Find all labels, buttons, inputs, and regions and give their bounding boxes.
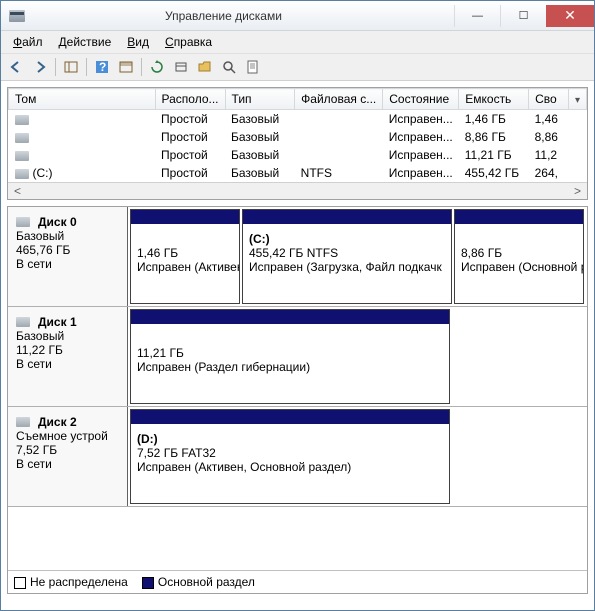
partition-cap — [243, 210, 451, 224]
disk-name: Диск 0 — [38, 215, 77, 229]
disk-status: В сети — [16, 257, 119, 271]
menu-action[interactable]: Действие — [51, 33, 120, 51]
disk-type: Базовый — [16, 329, 119, 343]
column-header[interactable]: Располо... — [155, 89, 225, 110]
disk-layout-pane: Диск 0 Базовый 465,76 ГБ В сети 1,46 ГБ … — [7, 206, 588, 594]
disk-name: Диск 1 — [38, 315, 77, 329]
disk-status: В сети — [16, 357, 119, 371]
partition-cap — [131, 310, 449, 324]
svg-text:?: ? — [99, 60, 106, 74]
disk-header[interactable]: Диск 0 Базовый 465,76 ГБ В сети — [8, 207, 128, 306]
back-button[interactable] — [5, 56, 27, 78]
menu-help[interactable]: Справка — [157, 33, 220, 51]
partition[interactable]: 8,86 ГБ Исправен (Основной ра — [454, 209, 584, 304]
h-scrollbar[interactable]: < > — [8, 182, 587, 199]
legend: Не распределена Основной раздел — [8, 570, 587, 593]
close-button[interactable]: ✕ — [546, 5, 594, 27]
maximize-button[interactable]: ☐ — [500, 5, 546, 27]
disk-row: Диск 0 Базовый 465,76 ГБ В сети 1,46 ГБ … — [8, 207, 587, 307]
disk-type: Съемное устрой — [16, 429, 119, 443]
partition-status: Исправен (Раздел гибернации) — [137, 360, 443, 374]
view-top-button[interactable] — [115, 56, 137, 78]
disk-header[interactable]: Диск 2 Съемное устрой 7,52 ГБ В сети — [8, 407, 128, 506]
column-header[interactable]: Сво — [529, 89, 569, 110]
scroll-left-icon[interactable]: < — [10, 184, 25, 198]
forward-button[interactable] — [29, 56, 51, 78]
column-header[interactable]: Тип — [225, 89, 295, 110]
disk-header[interactable]: Диск 1 Базовый 11,22 ГБ В сети — [8, 307, 128, 406]
partition[interactable]: 1,46 ГБ Исправен (Активен — [130, 209, 240, 304]
partition-size: 11,21 ГБ — [137, 346, 443, 360]
column-header[interactable]: Емкость — [459, 89, 529, 110]
legend-primary: Основной раздел — [142, 575, 255, 589]
scroll-right-icon[interactable]: > — [570, 184, 585, 198]
menu-file[interactable]: Файл — [5, 33, 51, 51]
refresh-button[interactable] — [146, 56, 168, 78]
partition-cap — [455, 210, 583, 224]
disk-row: Диск 2 Съемное устрой 7,52 ГБ В сети (D:… — [8, 407, 587, 507]
partition-cap — [131, 210, 239, 224]
toolbar-sep — [141, 58, 142, 76]
disk-row: Диск 1 Базовый 11,22 ГБ В сети 11,21 ГБ … — [8, 307, 587, 407]
disk-type: Базовый — [16, 229, 119, 243]
disk-icon — [16, 317, 30, 327]
column-header[interactable]: Состояние — [383, 89, 459, 110]
titlebar: Управление дисками — ☐ ✕ — [1, 1, 594, 31]
partition[interactable]: 11,21 ГБ Исправен (Раздел гибернации) — [130, 309, 450, 404]
disk-icon — [16, 217, 30, 227]
window-controls: — ☐ ✕ — [454, 5, 594, 27]
toolbar-sep — [86, 58, 87, 76]
partition[interactable]: (D:) 7,52 ГБ FAT32 Исправен (Активен, Ос… — [130, 409, 450, 504]
menu-view[interactable]: Вид — [119, 33, 157, 51]
help-button[interactable]: ? — [91, 56, 113, 78]
show-hide-tree-button[interactable] — [60, 56, 82, 78]
partition-size: 1,46 ГБ — [137, 246, 233, 260]
minimize-button[interactable]: — — [454, 5, 500, 27]
properties-icon[interactable] — [242, 56, 264, 78]
disk-size: 11,22 ГБ — [16, 343, 119, 357]
search-icon[interactable] — [218, 56, 240, 78]
disk-status: В сети — [16, 457, 119, 471]
partition-size: 455,42 ГБ NTFS — [249, 246, 445, 260]
menubar: Файл Действие Вид Справка — [1, 31, 594, 53]
volumes-table: ТомРасполо...ТипФайловая с...СостояниеЕм… — [7, 87, 588, 200]
window-title: Управление дисками — [33, 9, 454, 23]
partition-size: 7,52 ГБ FAT32 — [137, 446, 443, 460]
partition-status: Исправен (Активен, Основной раздел) — [137, 460, 443, 474]
partition-label: (D:) — [137, 432, 443, 446]
disk-size: 7,52 ГБ — [16, 443, 119, 457]
toolbar: ? — [1, 53, 594, 81]
open-folder-icon[interactable] — [194, 56, 216, 78]
table-row[interactable]: ПростойБазовыйИсправен...8,86 ГБ8,86 — [9, 128, 587, 146]
disk-size: 465,76 ГБ — [16, 243, 119, 257]
partition-cap — [131, 410, 449, 424]
column-header[interactable]: Файловая с... — [295, 89, 383, 110]
app-icon — [9, 10, 25, 22]
column-chevron-icon[interactable]: ▾ — [568, 89, 586, 110]
partition-status: Исправен (Основной ра — [461, 260, 577, 274]
disk-icon — [16, 417, 30, 427]
partition-status: Исправен (Активен — [137, 260, 233, 274]
disk-name: Диск 2 — [38, 415, 77, 429]
partition-size: 8,86 ГБ — [461, 246, 577, 260]
legend-unallocated: Не распределена — [14, 575, 128, 589]
rescan-button[interactable] — [170, 56, 192, 78]
partition-status: Исправен (Загрузка, Файл подкачк — [249, 260, 445, 274]
toolbar-sep — [55, 58, 56, 76]
table-row[interactable]: (C:)ПростойБазовыйNTFSИсправен...455,42 … — [9, 164, 587, 182]
partition[interactable]: (C:) 455,42 ГБ NTFS Исправен (Загрузка, … — [242, 209, 452, 304]
column-header[interactable]: Том — [9, 89, 156, 110]
table-row[interactable]: ПростойБазовыйИсправен...11,21 ГБ11,2 — [9, 146, 587, 164]
partition-label: (C:) — [249, 232, 445, 246]
table-row[interactable]: ПростойБазовыйИсправен...1,46 ГБ1,46 — [9, 110, 587, 129]
